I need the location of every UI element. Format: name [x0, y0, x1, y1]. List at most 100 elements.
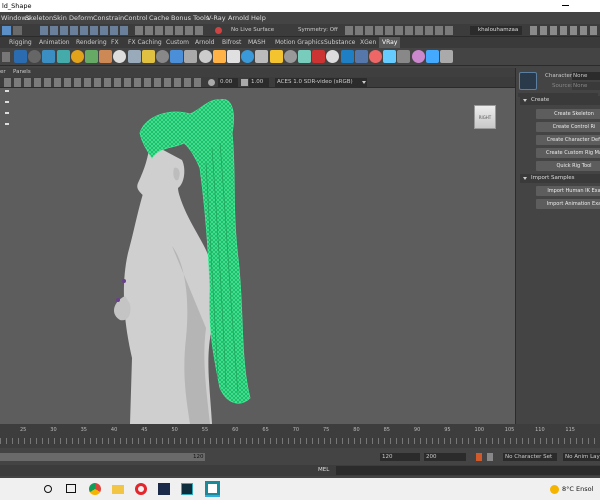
lasso-mode-icon[interactable]: [13, 26, 22, 35]
menu-item-deform[interactable]: Deform: [69, 12, 93, 24]
shelf-tool-icon[interactable]: [14, 50, 27, 63]
shelf-tab-animation[interactable]: Animation: [36, 37, 73, 48]
shelf-tab-xgen[interactable]: XGen: [357, 37, 379, 48]
shelf-tool-icon[interactable]: [411, 50, 425, 63]
shelf-tool-icon[interactable]: [383, 50, 397, 63]
shelf-tab-vray[interactable]: VRay: [379, 37, 401, 48]
shelf-tab-bifrost[interactable]: Bifrost: [219, 37, 244, 48]
menu-item-control[interactable]: Control: [124, 12, 148, 24]
symmetry-field[interactable]: Symmetry: Off: [298, 27, 338, 33]
create-skeleton-button[interactable]: Create Skeleton: [536, 109, 600, 119]
shelf-tool-icon[interactable]: [70, 50, 84, 63]
shelf-tool-icon[interactable]: [397, 50, 411, 63]
render-icons[interactable]: [345, 26, 455, 35]
gamma-field[interactable]: 1.00: [249, 78, 269, 87]
shelf-tool-icon[interactable]: [127, 50, 141, 63]
menu-item-skeleton[interactable]: Skeleton: [25, 12, 53, 24]
shelf-tool-icon[interactable]: [56, 50, 70, 63]
command-language-label[interactable]: MEL: [318, 467, 329, 473]
import-human-ik-example-button[interactable]: Import Human IK Exa: [536, 186, 600, 196]
menu-item-vray[interactable]: V-Ray: [207, 12, 226, 24]
shelf-tool-icon[interactable]: [354, 50, 368, 63]
viewport-toolbar-icons[interactable]: [4, 78, 204, 87]
shelf-tool-icon[interactable]: [340, 50, 354, 63]
range-slider[interactable]: [0, 453, 205, 461]
shelf-tab-motion-graphics[interactable]: Motion Graphics: [272, 37, 327, 48]
shelf-tab-mash[interactable]: MASH: [245, 37, 269, 48]
snap-icons[interactable]: [40, 26, 128, 35]
character-dropdown[interactable]: None: [572, 72, 600, 80]
shelf-tool-icon[interactable]: [425, 50, 439, 63]
time-slider[interactable]: 25 30 35 40 45 50 55 60 65 70 75 80 85 90 95 100 105 110 1…: [0, 424, 600, 448]
character-model[interactable]: [0, 88, 515, 424]
shelf-tool-icon[interactable]: [113, 50, 127, 63]
animation-end-field[interactable]: 200: [424, 453, 466, 461]
viewport-menu-renderer[interactable]: er: [0, 68, 6, 77]
task-view-icon[interactable]: [66, 484, 76, 493]
shelf-tab-custom[interactable]: Custom: [163, 37, 192, 48]
shelf-tool-icon[interactable]: [198, 50, 212, 63]
shelf-tab-arnold[interactable]: Arnold: [192, 37, 217, 48]
workspace-icons[interactable]: [530, 26, 598, 35]
shelf-tool-icon[interactable]: [440, 50, 453, 63]
create-custom-rig-mapping-button[interactable]: Create Custom Rig Ma: [536, 148, 600, 158]
shelf-tool-icon[interactable]: [283, 50, 297, 63]
quick-rig-tool-button[interactable]: Quick Rig Tool: [536, 161, 600, 171]
menu-item-bonus-tools[interactable]: Bonus Tools: [171, 12, 209, 24]
import-samples-section-header[interactable]: Import Samples: [520, 174, 600, 183]
shelf-tool-icon[interactable]: [156, 50, 169, 63]
shelf-tool-icon[interactable]: [369, 50, 382, 63]
exposure-icon[interactable]: [208, 79, 215, 86]
create-section-header[interactable]: Create: [520, 96, 600, 105]
viewport[interactable]: RIGHT: [0, 88, 515, 424]
anim-layer-dropdown[interactable]: No Anim Layer: [563, 453, 600, 461]
shelf-tool-icon[interactable]: [99, 50, 113, 63]
shelf-tool-icon[interactable]: [141, 50, 155, 63]
preferences-icon[interactable]: [487, 453, 493, 461]
shelf-tool-icon[interactable]: [42, 50, 56, 63]
menu-item-cache[interactable]: Cache: [149, 12, 169, 24]
shelf-tool-icon[interactable]: [184, 50, 198, 63]
user-account[interactable]: khalouhamzaa: [470, 26, 522, 35]
viewport-menu-panels[interactable]: Panels: [13, 68, 31, 77]
shelf-tool-icon[interactable]: [326, 50, 340, 63]
character-set-dropdown[interactable]: No Character Set: [503, 453, 557, 461]
menu-item-skin[interactable]: Skin: [53, 12, 67, 24]
media-player-icon[interactable]: [181, 483, 193, 495]
shelf-settings-icon[interactable]: [2, 52, 10, 62]
select-mode-icon[interactable]: [2, 26, 11, 35]
menu-item-constrain[interactable]: Constrain: [93, 12, 124, 24]
import-animation-example-button[interactable]: Import Animation Exa: [536, 199, 600, 209]
shelf-tool-icon[interactable]: [85, 50, 98, 63]
shelf-tab-rendering[interactable]: Rendering: [73, 37, 110, 48]
menu-item-help[interactable]: Help: [251, 12, 266, 24]
shelf-tool-icon[interactable]: [170, 50, 184, 63]
gamma-icon[interactable]: [241, 79, 248, 86]
create-control-rig-button[interactable]: Create Control Ri: [536, 122, 600, 132]
menu-item-arnold[interactable]: Arnold: [228, 12, 249, 24]
shelf-tab-substance[interactable]: Substance: [321, 37, 358, 48]
create-character-definition-button[interactable]: Create Character Defi: [536, 135, 600, 145]
auto-key-icon[interactable]: [476, 453, 482, 461]
shelf-tab-rigging[interactable]: Rigging: [6, 37, 35, 48]
shelf-tool-icon[interactable]: [28, 50, 42, 63]
file-explorer-icon[interactable]: [112, 485, 124, 494]
weather-text[interactable]: 8°C Ensol: [562, 485, 593, 493]
shelf-tool-icon[interactable]: [255, 50, 269, 63]
exposure-field[interactable]: 0.00: [218, 78, 238, 87]
playback-end-field[interactable]: 120: [380, 453, 420, 461]
opera-icon[interactable]: [135, 483, 147, 495]
color-space-dropdown[interactable]: ACES 1.0 SDR-video (sRGB): [275, 78, 367, 87]
shelf-tool-icon[interactable]: [241, 50, 255, 63]
shelf-tab-fx-caching[interactable]: FX Caching: [125, 37, 165, 48]
shelf-tool-icon[interactable]: [312, 50, 326, 63]
source-dropdown[interactable]: None: [572, 82, 600, 90]
store-icon[interactable]: [158, 483, 170, 495]
shelf-tool-icon[interactable]: [212, 50, 226, 63]
window-minimize-icon[interactable]: [562, 5, 569, 6]
shelf-tool-icon[interactable]: [269, 50, 283, 63]
shelf-tool-icon[interactable]: [298, 50, 311, 63]
shelf-tool-icon[interactable]: [227, 50, 240, 63]
chrome-icon[interactable]: [89, 483, 101, 495]
live-surface-field[interactable]: No Live Surface: [231, 27, 274, 33]
